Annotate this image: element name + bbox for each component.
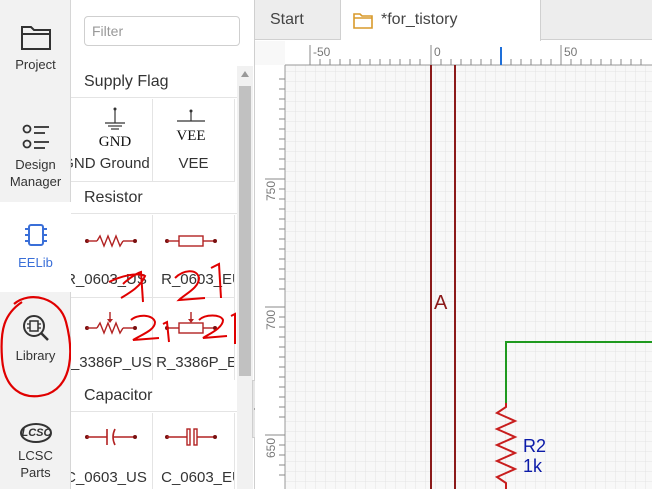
library-panel: Supply Flag GND GND Ground VEE VEE Resis… <box>71 0 255 489</box>
part-tile-c-0603-us[interactable]: C_0603_US <box>71 413 153 489</box>
part-label-vee: VEE <box>178 155 209 172</box>
schematic-canvas[interactable]: -50 0 50 750 700 650 A R2 1k <box>255 41 652 489</box>
ruler-top-label-neg50: -50 <box>313 45 331 59</box>
rail-eelib[interactable]: EELib <box>0 202 71 292</box>
rail-design-manager-label: Design Manager <box>9 157 62 189</box>
gnd-symbol-icon: GND <box>99 107 132 150</box>
tab-start[interactable]: Start <box>255 0 341 40</box>
part-label-gnd: GND Ground <box>71 155 150 172</box>
part-label-c-0603-us: C_0603_US <box>71 469 147 486</box>
capacitor-eu-icon <box>165 428 217 446</box>
ruler-left-label-650: 650 <box>264 438 278 458</box>
ruler-top: -50 0 50 <box>285 41 652 66</box>
tab-document-label: *for_tistory <box>381 11 458 28</box>
scroll-up-arrow-icon[interactable] <box>241 71 249 77</box>
panel-scrollbar[interactable] <box>237 66 253 489</box>
rail-project[interactable]: Project <box>0 22 71 82</box>
component-value-1k: 1k <box>523 456 543 476</box>
capacitor-us-icon <box>85 428 137 446</box>
left-rail: Project Design Manager EELib Library LCS… <box>0 0 72 489</box>
filter-input[interactable] <box>84 16 240 46</box>
category-capacitor[interactable]: Capacitor <box>71 380 237 412</box>
part-label-r-3386p-us: R_3386P_US <box>71 354 152 371</box>
annotation-circle <box>0 296 72 398</box>
rail-design-manager[interactable]: Design Manager <box>0 122 71 194</box>
ruler-top-label-0: 0 <box>434 45 441 59</box>
part-tile-vee[interactable]: VEE VEE <box>153 99 235 182</box>
category-resistor[interactable]: Resistor <box>71 182 237 214</box>
ruler-left-label-700: 700 <box>264 310 278 330</box>
lcsc-logo: LCSC <box>19 423 52 443</box>
net-label-a: A <box>434 292 448 314</box>
annotation-numbers <box>108 262 236 344</box>
folder-icon <box>353 13 373 29</box>
tab-document[interactable]: *for_tistory <box>341 0 541 41</box>
category-supply-flag[interactable]: Supply Flag <box>71 66 237 98</box>
schematic-svg: -50 0 50 750 700 650 A R2 1k <box>255 41 652 489</box>
vee-symbol-text: VEE <box>176 128 205 144</box>
vee-symbol-icon: VEE <box>176 109 206 144</box>
gnd-symbol-text: GND <box>99 134 132 150</box>
part-tile-c-0603-eu[interactable]: C_0603_EU <box>153 413 235 489</box>
rail-lcsc-parts-label: LCSC Parts <box>18 448 53 480</box>
rail-lcsc-parts[interactable]: LCSC LCSC Parts <box>0 423 71 485</box>
rail-eelib-label: EELib <box>18 255 53 270</box>
folder-icon <box>20 26 51 50</box>
scrollbar-thumb[interactable] <box>239 86 251 376</box>
ruler-top-label-50: 50 <box>564 45 578 59</box>
rail-project-label: Project <box>15 57 56 72</box>
component-ref-r2: R2 <box>523 436 546 456</box>
ruler-left: 750 700 650 <box>255 65 286 489</box>
list-icon <box>22 124 49 149</box>
ruler-left-label-750: 750 <box>264 181 278 201</box>
chip-icon <box>24 224 47 246</box>
part-tile-gnd[interactable]: GND GND Ground <box>71 99 153 182</box>
tab-bar: Start *for_tistory <box>255 0 652 41</box>
part-label-c-0603-eu: C_0603_EU <box>161 469 235 486</box>
part-label-r-3386p-eu: R_3386P_EU <box>156 354 234 371</box>
